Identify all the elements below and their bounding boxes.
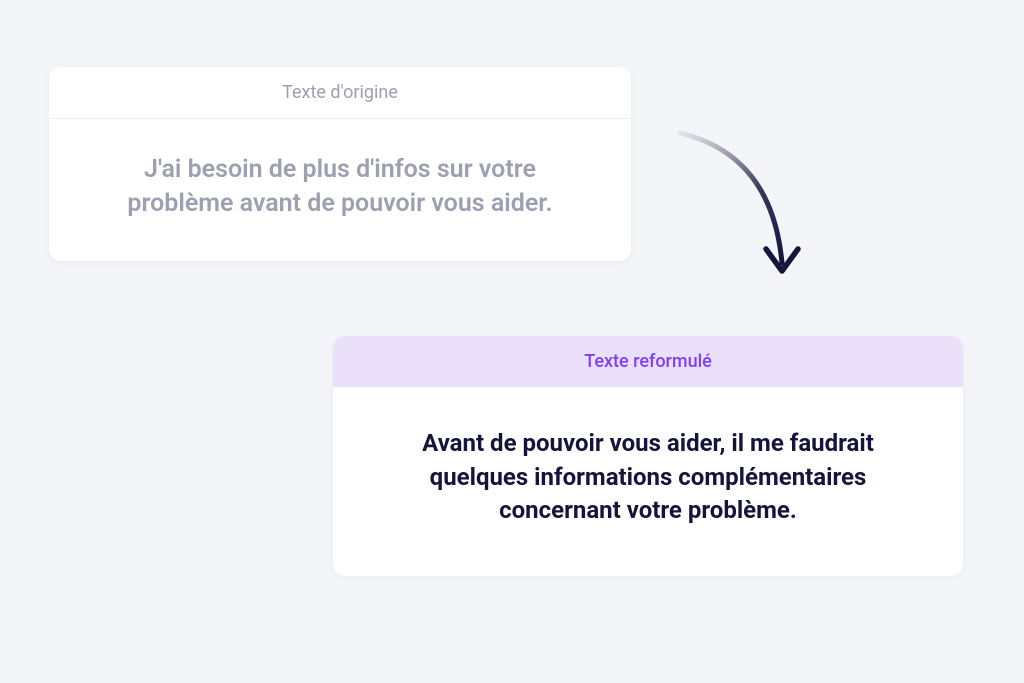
rephrased-content-text: Avant de pouvoir vous aider, il me faudr… <box>378 427 918 528</box>
rephrased-card-header: Texte reformulé <box>333 336 963 387</box>
original-card-header: Texte d'origine <box>49 67 631 119</box>
original-header-label: Texte d'origine <box>282 82 398 103</box>
curved-arrow-icon <box>662 115 842 295</box>
original-text-card: Texte d'origine J'ai besoin de plus d'in… <box>49 67 631 261</box>
original-content-text: J'ai besoin de plus d'infos sur votre pr… <box>89 153 591 221</box>
transformation-arrow <box>662 115 842 295</box>
rephrased-text-card: Texte reformulé Avant de pouvoir vous ai… <box>333 336 963 576</box>
original-card-body: J'ai besoin de plus d'infos sur votre pr… <box>49 119 631 261</box>
rephrased-header-label: Texte reformulé <box>584 351 712 372</box>
rephrased-card-body: Avant de pouvoir vous aider, il me faudr… <box>333 387 963 576</box>
